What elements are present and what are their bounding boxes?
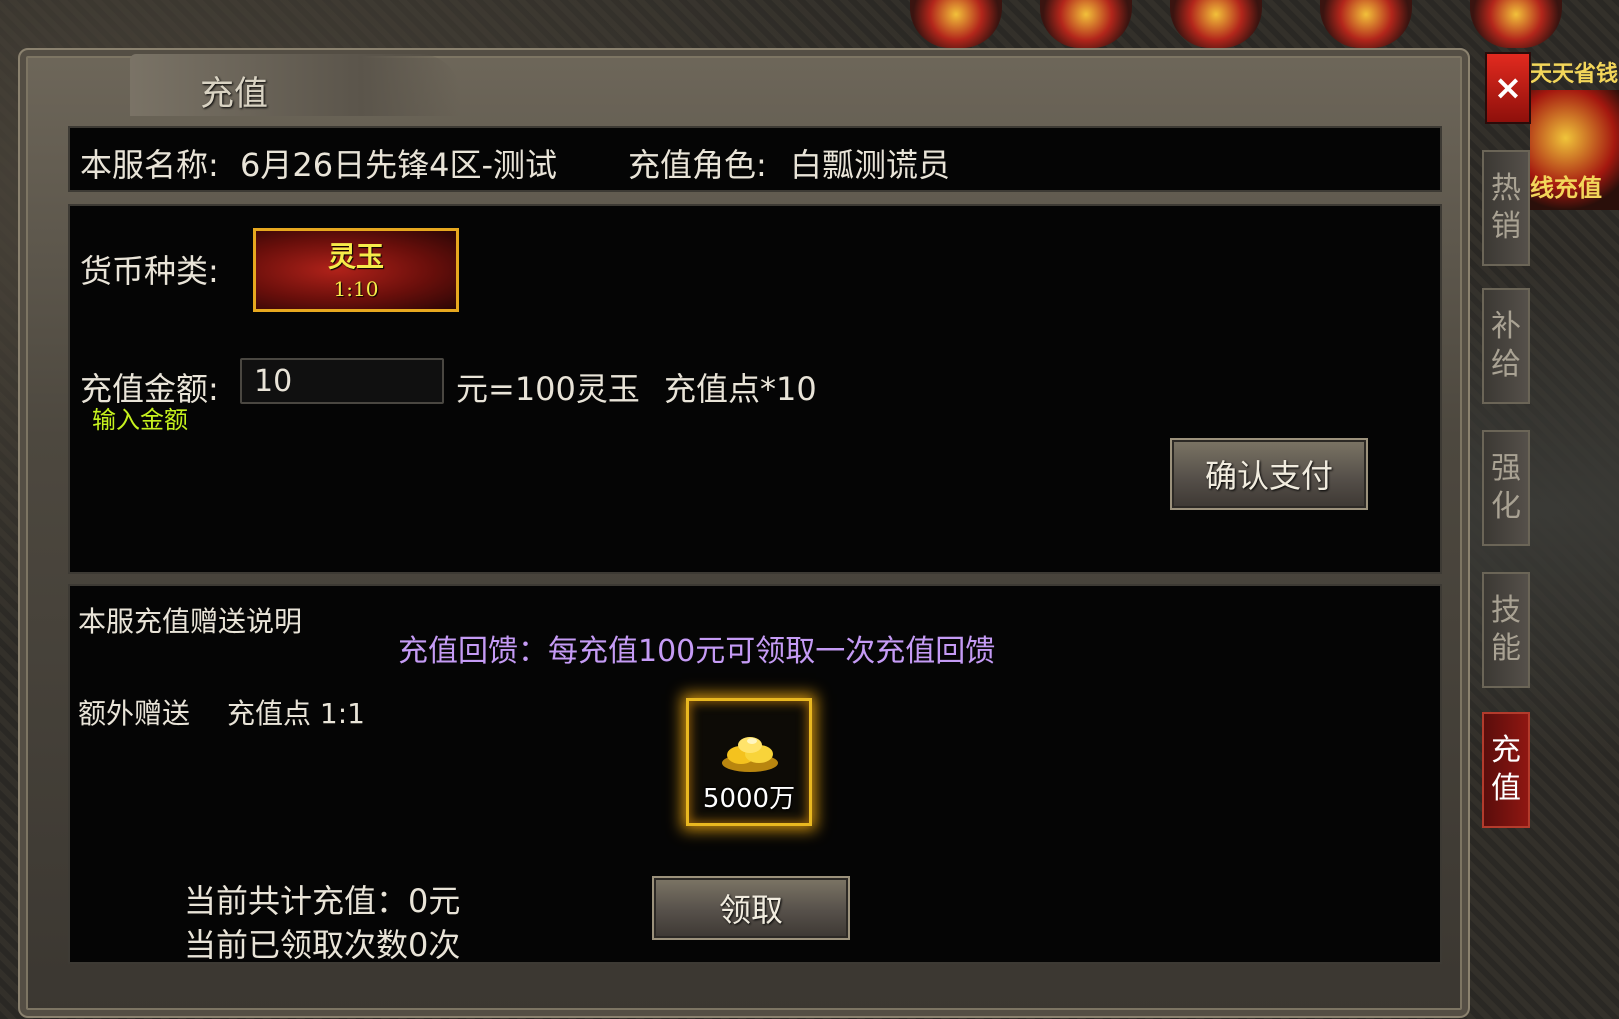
tab-supply[interactable]: 补给 [1482,288,1530,404]
claim-button[interactable]: 领取 [652,876,850,940]
top-event-icons [880,0,1619,52]
event-icon[interactable] [1470,0,1562,48]
confirm-pay-button[interactable]: 确认支付 [1170,438,1368,510]
tab-hot-sale[interactable]: 热销 [1482,150,1530,266]
amount-conversion-text: 元=100灵玉 [456,370,640,408]
recharge-feedback-text: 充值回馈：每充值100元可领取一次充值回馈 [398,634,996,669]
extra-gift-points: 充值点 1:1 [227,697,365,730]
tab-char: 给 [1491,347,1521,382]
amount-hint: 输入金额 [92,406,188,434]
recharge-role-value: 白瓢测谎员 [790,146,951,184]
extra-gift-label: 额外赠送 [78,697,191,730]
recharge-points-text: 充值点*10 [664,370,817,408]
currency-ratio: 1:10 [333,277,379,301]
total-recharge-text: 当前共计充值：0元 [184,882,461,920]
server-name-value: 6月26日先锋4区-测试 [240,146,557,184]
tab-char: 热 [1491,171,1521,206]
tab-recharge[interactable]: 充值 [1482,712,1530,828]
reward-item-slot[interactable]: 5000万 [686,698,812,826]
online-recharge-banner[interactable]: 线充值 [1530,168,1602,203]
event-icon[interactable] [1320,0,1412,48]
tab-char: 能 [1491,631,1521,666]
event-icon[interactable] [910,0,1002,48]
event-icon[interactable] [1170,0,1262,48]
tab-char: 补 [1491,309,1521,344]
currency-name: 灵玉 [327,240,384,273]
server-name-label: 本服名称: [80,146,219,184]
event-icon[interactable] [1040,0,1132,48]
tab-char: 值 [1491,771,1521,806]
claimed-count-text: 当前已领取次数0次 [184,926,461,964]
tab-skill[interactable]: 技能 [1482,572,1530,688]
tab-char: 技 [1491,593,1521,628]
close-button[interactable]: × [1485,52,1531,124]
title-tab [130,54,460,116]
reward-amount: 5000万 [702,784,796,814]
recharge-role-label: 充值角色: [628,146,767,184]
tab-char: 销 [1491,209,1521,244]
tab-char: 化 [1491,489,1521,524]
gift-description-title: 本服充值赠送说明 [78,605,303,638]
tab-enhance[interactable]: 强化 [1482,430,1530,546]
currency-option-lingyu[interactable]: 灵玉 1:10 [253,228,459,312]
gold-coins-icon [722,737,778,772]
tab-char: 充 [1491,733,1521,768]
close-icon: × [1493,68,1523,108]
tab-char: 强 [1491,451,1521,486]
amount-input[interactable] [240,358,444,404]
window-title: 充值 [200,74,268,114]
currency-type-label: 货币种类: [80,252,219,290]
save-money-banner[interactable]: 天天省钱 [1530,56,1618,88]
